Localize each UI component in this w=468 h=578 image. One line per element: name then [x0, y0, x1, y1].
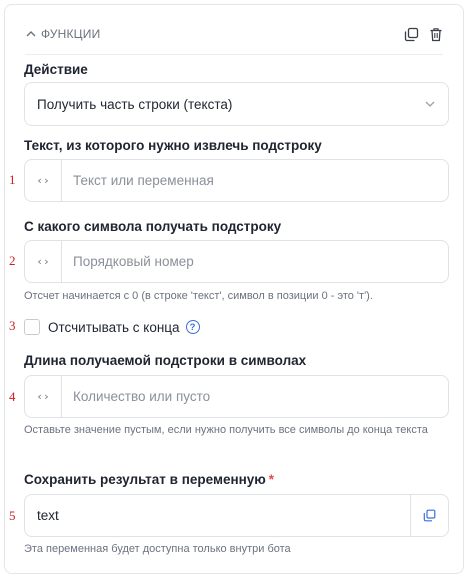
copy-variable-button[interactable] — [410, 495, 448, 536]
variable-code-icon[interactable]: ‹› — [25, 376, 62, 417]
action-select-value: Получить часть строки (текста) — [37, 96, 233, 112]
copy-icon — [423, 509, 436, 522]
chevron-up-icon — [26, 31, 36, 37]
start-char-label: С какого символа получать подстроку — [24, 219, 282, 234]
variable-code-icon[interactable]: ‹› — [25, 160, 62, 201]
annotation-number-1: 1 — [9, 172, 16, 187]
header-divider — [25, 54, 443, 55]
copy-icon[interactable] — [404, 27, 419, 42]
annotation-number-2: 2 — [9, 253, 16, 268]
start-char-hint: Отсчет начинается с 0 (в строке 'текст',… — [24, 290, 373, 302]
length-field: ‹› — [24, 375, 449, 418]
result-var-field — [24, 494, 449, 537]
source-text-input[interactable] — [62, 160, 448, 201]
count-from-end-checkbox[interactable] — [24, 319, 40, 335]
length-hint: Оставьте значение пустым, если нужно пол… — [24, 424, 428, 436]
start-char-field: ‹› — [24, 240, 449, 283]
start-char-input[interactable] — [62, 241, 448, 282]
action-select[interactable]: Получить часть строки (текста) — [24, 82, 449, 126]
result-var-hint: Эта переменная будет доступна только вну… — [24, 543, 291, 555]
result-var-label-text: Сохранить результат в переменную — [24, 472, 266, 487]
length-label: Длина получаемой подстроки в символах — [24, 353, 307, 368]
chevron-down-icon — [425, 101, 435, 107]
source-text-field: ‹› — [24, 159, 449, 202]
annotation-number-5: 5 — [9, 508, 16, 523]
result-var-input[interactable] — [25, 495, 410, 536]
source-text-label: Текст, из которого нужно извлечь подстро… — [24, 138, 322, 153]
required-mark: * — [268, 472, 275, 487]
section-header: ФУНКЦИИ — [25, 19, 443, 49]
collapse-toggle[interactable]: ФУНКЦИИ — [25, 27, 100, 41]
result-var-label: Сохранить результат в переменную * — [24, 472, 274, 487]
count-from-end-row: Отсчитывать с конца ? — [24, 317, 200, 337]
trash-icon[interactable] — [429, 27, 443, 42]
length-input[interactable] — [62, 376, 448, 417]
help-icon[interactable]: ? — [185, 320, 200, 334]
annotation-number-4: 4 — [9, 389, 16, 404]
variable-code-icon[interactable]: ‹› — [25, 241, 62, 282]
annotation-number-3: 3 — [9, 318, 16, 333]
count-from-end-label[interactable]: Отсчитывать с конца — [48, 320, 180, 335]
action-label: Действие — [24, 62, 88, 77]
section-title: ФУНКЦИИ — [41, 27, 101, 41]
